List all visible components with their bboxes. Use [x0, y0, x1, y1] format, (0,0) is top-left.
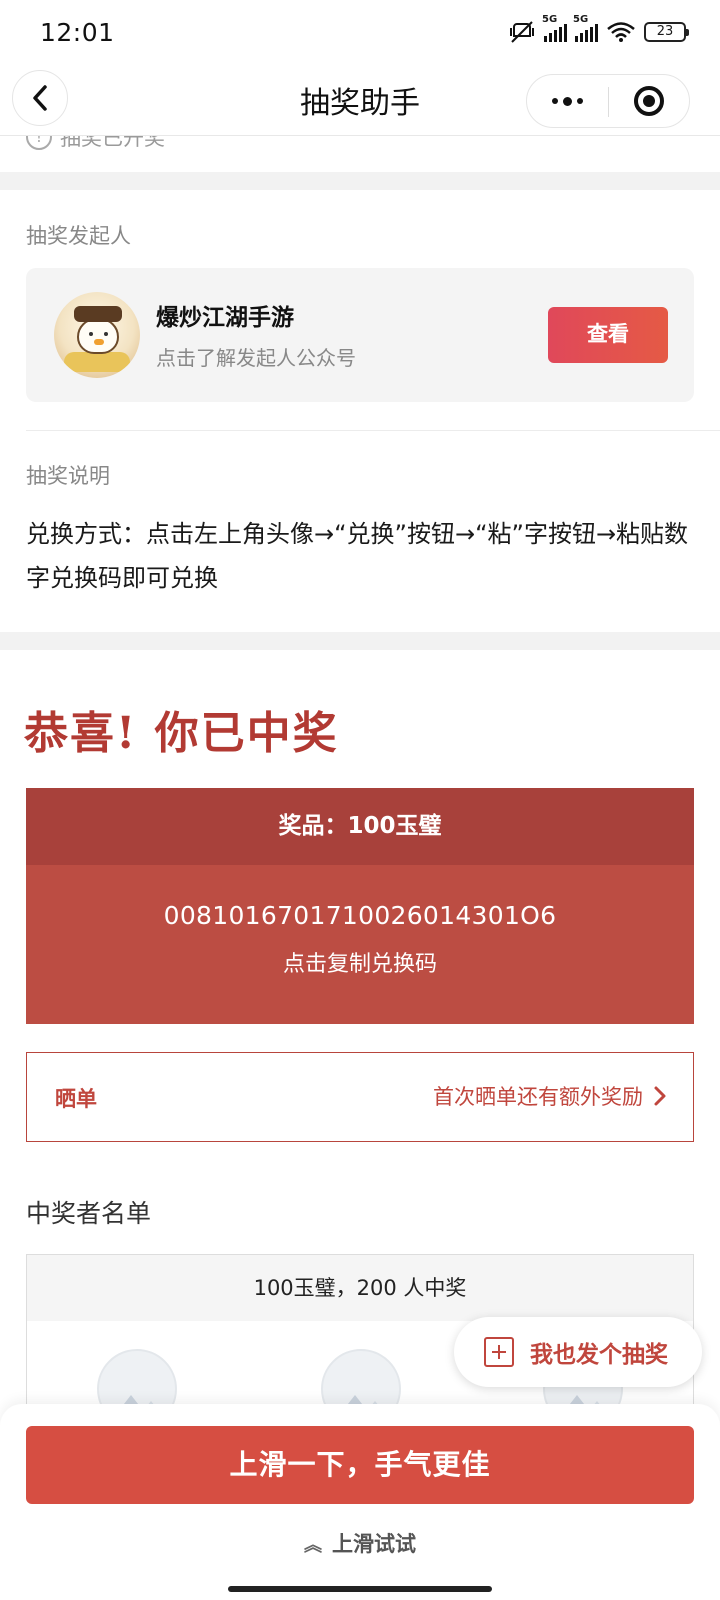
copy-code-area[interactable]: 0081016701710026014301O6 点击复制兑换码 [26, 901, 694, 978]
winners-title: 中奖者名单 [26, 1199, 152, 1228]
signal-icon: 5G [573, 14, 598, 42]
divider [26, 430, 720, 431]
copy-code-hint: 点击复制兑换码 [282, 952, 437, 977]
prize-label: 奖品：100玉璧 [26, 788, 694, 865]
create-lottery-button[interactable]: 我也发个抽奖 [454, 1317, 702, 1387]
congrats-heading: 恭喜! 你已中奖 [24, 708, 339, 759]
description-section-label: 抽奖说明 [26, 464, 110, 488]
initiator-section-label: 抽奖发起人 [26, 224, 131, 248]
chevron-left-icon [33, 85, 47, 111]
more-button[interactable] [527, 75, 608, 127]
lottery-page: 12:01 5G 5G 23 抽奖助手 ! 抽奖已开奖 抽奖发起人 爆炒江湖手游… [0, 0, 720, 1600]
chevron-right-icon [654, 1086, 666, 1106]
section-separator [0, 172, 720, 190]
status-icons: 5G 5G 23 [508, 14, 689, 44]
home-indicator [228, 1586, 492, 1592]
nav-bar: 抽奖助手 [0, 66, 720, 136]
wifi-icon [607, 22, 635, 42]
close-mini-program-button[interactable] [609, 75, 690, 127]
bottom-sheet: 上滑一下，手气更佳 ︽ 上滑试试 [0, 1404, 720, 1600]
network-label: 5G [542, 14, 558, 25]
avatar [54, 292, 140, 378]
signal-icon: 5G [542, 14, 567, 42]
swipe-hint-text: 上滑试试 [332, 1532, 416, 1556]
mini-program-capsule [526, 74, 690, 128]
section-separator [0, 632, 720, 650]
description-text: 兑换方式：点击左上角头像→“兑换”按钮→“粘”字按钮→粘贴数字兑换码即可兑换 [26, 520, 689, 592]
initiator-subtitle: 点击了解发起人公众号 [156, 346, 356, 370]
mute-vibrate-icon [510, 21, 534, 43]
double-chevron-up-icon: ︽ [304, 1535, 322, 1556]
share-hint-text: 首次晒单还有额外奖励 [433, 1085, 643, 1109]
status-time: 12:01 [40, 18, 115, 47]
back-button[interactable] [12, 70, 68, 126]
share-hint: 首次晒单还有额外奖励 [433, 1081, 667, 1111]
status-bar: 12:01 5G 5G 23 [0, 0, 720, 66]
network-label: 5G [573, 14, 589, 25]
more-dots-icon [551, 96, 583, 106]
target-icon [633, 86, 664, 116]
initiator-name: 爆炒江湖手游 [156, 305, 294, 331]
redeem-code: 0081016701710026014301O6 [163, 901, 557, 930]
swipe-hint[interactable]: ︽ 上滑试试 [0, 1528, 720, 1558]
initiator-card[interactable]: 爆炒江湖手游 点击了解发起人公众号 查看 [26, 268, 694, 402]
share-order-row[interactable]: 晒单 首次晒单还有额外奖励 [26, 1052, 694, 1142]
create-lottery-label: 我也发个抽奖 [530, 1342, 668, 1368]
winners-summary: 100玉璧，200 人中奖 [27, 1255, 693, 1321]
share-title: 晒单 [55, 1087, 97, 1111]
battery-icon: 23 [644, 22, 689, 42]
swipe-luck-button[interactable]: 上滑一下，手气更佳 [26, 1426, 694, 1504]
prize-box: 奖品：100玉璧 0081016701710026014301O6 点击复制兑换… [26, 788, 694, 1024]
plus-square-icon [484, 1337, 514, 1367]
view-button[interactable]: 查看 [548, 307, 668, 363]
